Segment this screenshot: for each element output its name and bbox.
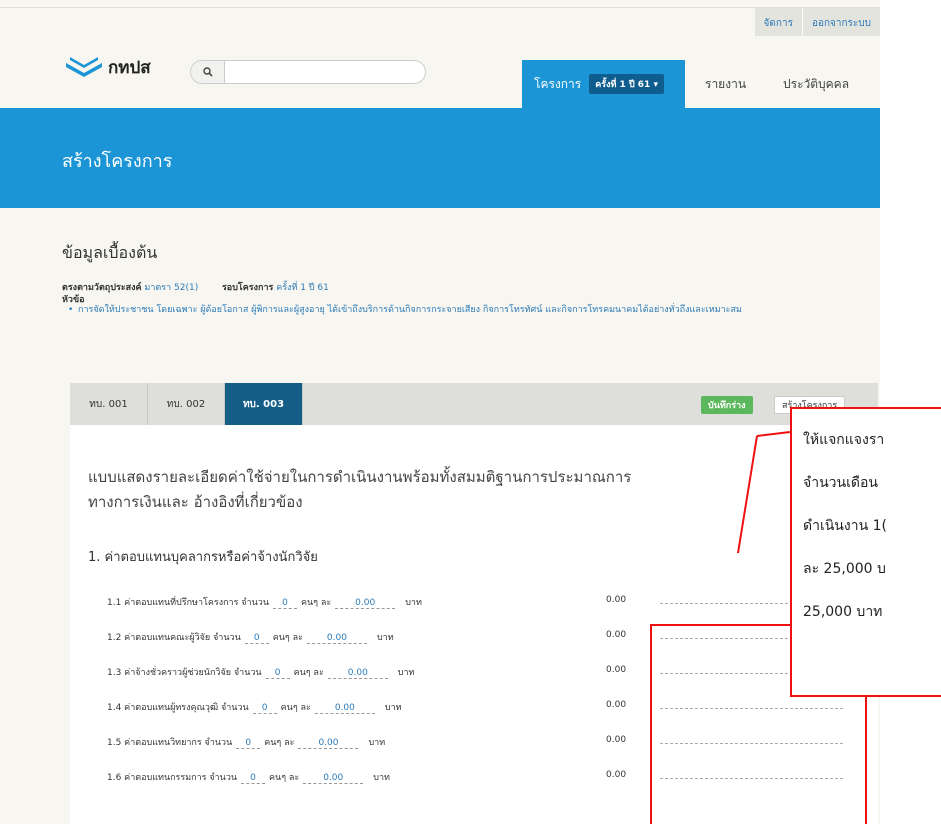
callout-line: ให้แจกแจงรา <box>803 432 885 448</box>
annotation-callout: ให้แจกแจงรา จำนวนเดือน ดำเนินงาน 1( ละ 2… <box>790 407 941 697</box>
callout-line: ดำเนินงาน 1( <box>803 518 887 534</box>
callout-line: จำนวนเดือน <box>803 475 878 491</box>
callout-line: 25,000 บาท <box>803 604 883 620</box>
app-root: จัดการ ออกจากระบบ กทปส โครงการ ครั้งที่ … <box>0 0 941 824</box>
callout-line: ละ 25,000 บ <box>803 561 886 577</box>
